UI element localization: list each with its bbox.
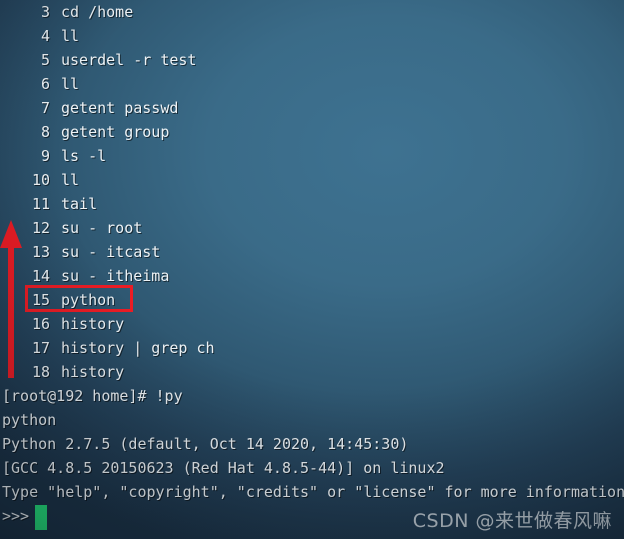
history-index: 8 xyxy=(31,123,50,141)
history-command: ls -l xyxy=(61,147,107,165)
terminal-window[interactable]: 3 cd /home 4 ll 5 userdel -r test 6 ll 7… xyxy=(0,0,624,539)
history-row: 18 history xyxy=(0,360,624,384)
history-row: 16 history xyxy=(0,312,624,336)
history-row: 12 su - root xyxy=(0,216,624,240)
history-command: python xyxy=(61,291,116,309)
history-row: 14 su - itheima xyxy=(0,264,624,288)
command-echo-line: python xyxy=(2,411,57,429)
python-version-line: Python 2.7.5 (default, Oct 14 2020, 14:4… xyxy=(2,435,409,453)
history-index: 6 xyxy=(31,75,50,93)
history-row: 4 ll xyxy=(0,24,624,48)
history-command: history xyxy=(61,363,125,381)
shell-prompt-line: [root@192 home]# !py xyxy=(2,387,183,405)
history-command: cd /home xyxy=(61,3,134,21)
history-row: 7 getent passwd xyxy=(0,96,624,120)
history-row: 9 ls -l xyxy=(0,144,624,168)
python-build-line: [GCC 4.8.5 20150623 (Red Hat 4.8.5-44)] … xyxy=(2,459,445,477)
history-command: ll xyxy=(61,75,80,93)
history-index: 3 xyxy=(31,3,50,21)
history-index: 18 xyxy=(31,363,50,381)
history-index: 16 xyxy=(31,315,50,333)
history-command: su - root xyxy=(61,219,143,237)
history-index: 12 xyxy=(31,219,50,237)
history-index: 5 xyxy=(31,51,50,69)
history-row: 11 tail xyxy=(0,192,624,216)
history-row: 10 ll xyxy=(0,168,624,192)
python-help-line: Type "help", "copyright", "credits" or "… xyxy=(2,483,624,501)
history-row: 13 su - itcast xyxy=(0,240,624,264)
history-row-highlighted: 15 python xyxy=(0,288,624,312)
history-command: userdel -r test xyxy=(61,51,197,69)
history-index: 7 xyxy=(31,99,50,117)
history-index: 9 xyxy=(31,147,50,165)
history-index: 15 xyxy=(31,291,50,309)
history-index: 10 xyxy=(31,171,50,189)
history-index: 13 xyxy=(31,243,50,261)
terminal-screen: 3 cd /home 4 ll 5 userdel -r test 6 ll 7… xyxy=(0,0,624,528)
history-command: history | grep ch xyxy=(61,339,215,357)
history-row: 6 ll xyxy=(0,72,624,96)
history-index: 4 xyxy=(31,27,50,45)
history-row: 17 history | grep ch xyxy=(0,336,624,360)
history-command: getent passwd xyxy=(61,99,179,117)
watermark: CSDN @来世做春风嘛 xyxy=(412,510,612,532)
history-command: ll xyxy=(61,27,80,45)
history-command: tail xyxy=(61,195,98,213)
history-index: 11 xyxy=(31,195,50,213)
history-command: history xyxy=(61,315,125,333)
history-command: su - itheima xyxy=(61,267,170,285)
history-command: getent group xyxy=(61,123,170,141)
history-index: 14 xyxy=(31,267,50,285)
history-row: 8 getent group xyxy=(0,120,624,144)
history-index: 17 xyxy=(31,339,50,357)
history-command: su - itcast xyxy=(61,243,161,261)
history-command: ll xyxy=(61,171,80,189)
text-cursor xyxy=(35,505,47,530)
history-row: 5 userdel -r test xyxy=(0,48,624,72)
history-row: 3 cd /home xyxy=(0,0,624,24)
